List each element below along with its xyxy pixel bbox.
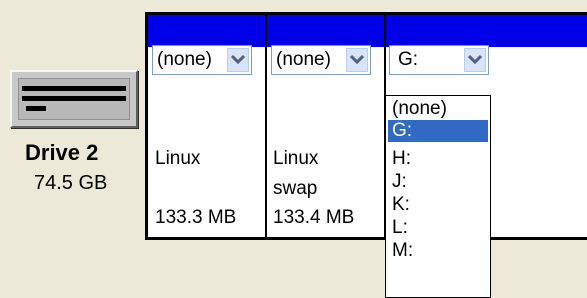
column-divider <box>265 15 267 237</box>
drive-letter-select-partition-2[interactable]: (none) <box>271 45 371 75</box>
dropdown-option-g-selected[interactable]: G: <box>388 120 488 142</box>
drive-letter-value: (none) <box>276 49 331 70</box>
drive-letter-select-partition-1[interactable]: (none) <box>152 45 252 75</box>
drive-name: Drive 2 <box>25 140 99 165</box>
drive-letter-value: G: <box>398 49 419 70</box>
partition-header-bar <box>148 15 587 47</box>
drive-letter-select-partition-3[interactable]: G: <box>389 45 489 75</box>
chevron-down-icon[interactable] <box>227 48 249 72</box>
partition-2-type-line2: swap <box>273 178 318 199</box>
dropdown-option-j[interactable]: J: <box>388 171 488 193</box>
dropdown-option-m[interactable]: M: <box>388 240 488 262</box>
drive-partition-panel: Drive 2 74.5 GB (none) (none) G: Linux 1… <box>0 0 587 298</box>
chevron-down-icon[interactable] <box>346 48 368 72</box>
drive-letter-value: (none) <box>157 49 212 70</box>
partition-2-size: 133.4 MB <box>273 207 355 228</box>
dropdown-option-k[interactable]: K: <box>388 194 488 216</box>
dropdown-option-none[interactable]: (none) <box>388 98 488 120</box>
drive-letter-dropdown-list[interactable]: (none) G: H: J: K: L: M: <box>385 95 491 298</box>
partition-1-size: 133.3 MB <box>155 207 237 228</box>
drive-size: 74.5 GB <box>34 172 108 194</box>
dropdown-option-l[interactable]: L: <box>388 217 488 239</box>
hard-drive-icon <box>10 70 138 128</box>
partition-1-type: Linux <box>155 148 201 169</box>
dropdown-option-h[interactable]: H: <box>388 148 488 170</box>
partition-2-type: Linux <box>273 148 319 169</box>
chevron-down-icon[interactable] <box>464 48 486 72</box>
